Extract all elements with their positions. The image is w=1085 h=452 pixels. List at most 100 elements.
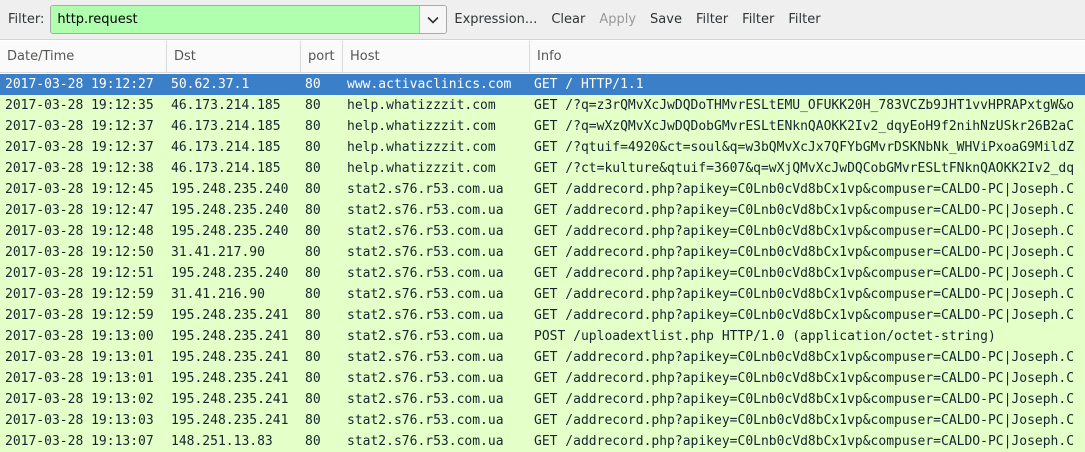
apply-button[interactable]: Apply [592,12,643,27]
packet-host: stat2.s76.r53.com.ua [347,182,504,197]
packet-datetime: 2017-03-28 19:12:37 [5,119,154,134]
packet-datetime: 2017-03-28 19:12:48 [5,224,154,239]
packet-dst: 148.251.13.83 [171,434,273,449]
column-header-info[interactable]: Info [530,41,1085,72]
filter-history-dropdown[interactable] [419,6,447,33]
packet-host: stat2.s76.r53.com.ua [347,350,504,365]
packet-row[interactable]: 2017-03-28 19:13:01 195.248.235.241 80 stat… [0,368,1085,389]
packet-info: GET /addrecord.php?apikey=C0Lnb0cVd8bCx1… [534,287,1075,302]
packet-dst: 31.41.216.90 [171,287,265,302]
filter-button-3[interactable]: Filter [781,12,827,27]
packet-row[interactable]: 2017-03-28 19:13:07 148.251.13.83 80 stat2.… [0,431,1085,452]
packet-host: help.whatizzzit.com [347,161,496,176]
packet-row[interactable]: 2017-03-28 19:13:02 195.248.235.241 80 stat… [0,389,1085,410]
packet-datetime: 2017-03-28 19:13:01 [5,350,154,365]
packet-info: GET /addrecord.php?apikey=C0Lnb0cVd8bCx1… [534,434,1075,449]
packet-datetime: 2017-03-28 19:12:45 [5,182,154,197]
packet-info: GET /?qtuif=4920&ct=soul&q=w3bQMvXcJx7QF… [534,140,1075,155]
packet-port: 80 [305,77,321,92]
packet-row[interactable]: 2017-03-28 19:12:47 195.248.235.240 80 stat… [0,200,1085,221]
packet-info: GET / HTTP/1.1 [534,77,644,92]
packet-port: 80 [305,413,321,428]
packet-host: help.whatizzzit.com [347,140,496,155]
packet-row[interactable]: 2017-03-28 19:12:37 46.173.214.185 80 help.… [0,116,1085,137]
packet-datetime: 2017-03-28 19:12:50 [5,245,154,260]
packet-info: GET /addrecord.php?apikey=C0Lnb0cVd8bCx1… [534,371,1075,386]
packet-host: stat2.s76.r53.com.ua [347,434,504,449]
packet-row[interactable]: 2017-03-28 19:12:38 46.173.214.185 80 help.… [0,158,1085,179]
filter-label: Filter: [8,12,45,27]
packet-datetime: 2017-03-28 19:12:59 [5,287,154,302]
packet-row[interactable]: 2017-03-28 19:12:59 195.248.235.241 80 stat… [0,305,1085,326]
clear-button[interactable]: Clear [544,12,592,27]
packet-port: 80 [305,392,321,407]
packet-dst: 195.248.235.240 [171,203,289,218]
packet-dst: 46.173.214.185 [171,98,281,113]
packet-info: POST /uploadextlist.php HTTP/1.0 (applic… [534,329,996,344]
packet-row[interactable]: 2017-03-28 19:12:48 195.248.235.240 80 stat… [0,221,1085,242]
packet-host: help.whatizzzit.com [347,119,496,134]
filter-button-1[interactable]: Filter [689,12,735,27]
packet-port: 80 [305,371,321,386]
packet-row[interactable]: 2017-03-28 19:12:45 195.248.235.240 80 stat… [0,179,1085,200]
packet-datetime: 2017-03-28 19:13:01 [5,371,154,386]
column-header-dst[interactable]: Dst [167,41,301,72]
packet-dst: 195.248.235.240 [171,182,289,197]
packet-port: 80 [305,287,321,302]
packet-row[interactable]: 2017-03-28 19:12:27 50.62.37.1 80 www.activ… [0,74,1085,95]
packet-host: stat2.s76.r53.com.ua [347,413,504,428]
packet-host: help.whatizzzit.com [347,98,496,113]
packet-info: GET /?ct=kulture&qtuif=3607&q=wXjQMvXcJw… [534,161,1075,176]
chevron-down-icon [427,16,439,24]
packet-info: GET /addrecord.php?apikey=C0Lnb0cVd8bCx1… [534,413,1075,428]
packet-row[interactable]: 2017-03-28 19:12:59 31.41.216.90 80 stat2.s… [0,284,1085,305]
packet-datetime: 2017-03-28 19:12:27 [5,77,154,92]
packet-datetime: 2017-03-28 19:13:03 [5,413,154,428]
packet-row[interactable]: 2017-03-28 19:12:50 31.41.217.90 80 stat2.s… [0,242,1085,263]
packet-info: GET /?q=z3rQMvXcJwDQDoTHMvrESLtEMU_OFUKK… [534,98,1075,113]
packet-port: 80 [305,434,321,449]
packet-info: GET /addrecord.php?apikey=C0Lnb0cVd8bCx1… [534,392,1075,407]
expression-button[interactable]: Expression... [447,12,544,27]
packet-port: 80 [305,182,321,197]
packet-list[interactable]: 2017-03-28 19:12:27 50.62.37.1 80 www.activ… [0,74,1085,452]
packet-row[interactable]: 2017-03-28 19:13:01 195.248.235.241 80 stat… [0,347,1085,368]
packet-row[interactable]: 2017-03-28 19:12:35 46.173.214.185 80 help.… [0,95,1085,116]
packet-dst: 31.41.217.90 [171,245,265,260]
display-filter-input[interactable] [51,6,420,33]
packet-host: stat2.s76.r53.com.ua [347,329,504,344]
packet-row[interactable]: 2017-03-28 19:13:00 195.248.235.241 80 stat… [0,326,1085,347]
column-header-port[interactable]: port [301,41,343,72]
save-button[interactable]: Save [643,12,689,27]
packet-host: stat2.s76.r53.com.ua [347,224,504,239]
packet-datetime: 2017-03-28 19:12:37 [5,140,154,155]
packet-datetime: 2017-03-28 19:12:38 [5,161,154,176]
packet-info: GET /addrecord.php?apikey=C0Lnb0cVd8bCx1… [534,203,1075,218]
packet-host: stat2.s76.r53.com.ua [347,392,504,407]
packet-dst: 195.248.235.241 [171,308,289,323]
packet-host: stat2.s76.r53.com.ua [347,266,504,281]
column-header-host[interactable]: Host [343,41,530,72]
column-header-datetime[interactable]: Date/Time [0,41,167,72]
packet-row[interactable]: 2017-03-28 19:12:51 195.248.235.240 80 stat… [0,263,1085,284]
packet-row[interactable]: 2017-03-28 19:12:37 46.173.214.185 80 help.… [0,137,1085,158]
packet-host: stat2.s76.r53.com.ua [347,287,504,302]
packet-datetime: 2017-03-28 19:13:07 [5,434,154,449]
packet-dst: 195.248.235.240 [171,266,289,281]
packet-port: 80 [305,329,321,344]
packet-info: GET /addrecord.php?apikey=C0Lnb0cVd8bCx1… [534,182,1075,197]
packet-port: 80 [305,161,321,176]
packet-dst: 195.248.235.241 [171,329,289,344]
display-filter-combo[interactable] [50,5,448,34]
packet-host: stat2.s76.r53.com.ua [347,245,504,260]
packet-port: 80 [305,350,321,365]
filter-button-2[interactable]: Filter [735,12,781,27]
packet-dst: 195.248.235.241 [171,413,289,428]
packet-datetime: 2017-03-28 19:13:00 [5,329,154,344]
packet-row[interactable]: 2017-03-28 19:13:03 195.248.235.241 80 stat… [0,410,1085,431]
packet-host: stat2.s76.r53.com.ua [347,371,504,386]
packet-host: stat2.s76.r53.com.ua [347,203,504,218]
packet-port: 80 [305,308,321,323]
packet-dst: 195.248.235.240 [171,224,289,239]
packet-dst: 195.248.235.241 [171,350,289,365]
